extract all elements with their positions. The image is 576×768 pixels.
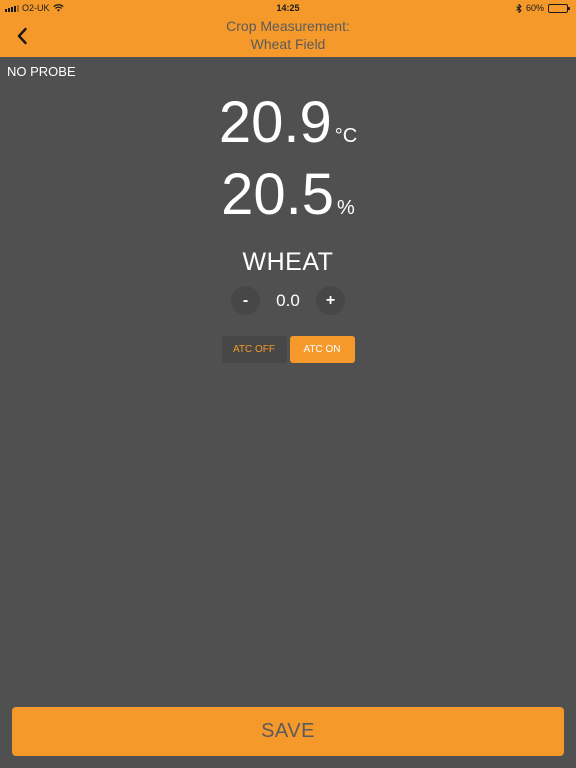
temperature-reading: 20.9 °C bbox=[0, 94, 576, 152]
battery-icon bbox=[548, 3, 570, 13]
status-right: 60% bbox=[516, 3, 570, 13]
page-title: Crop Measurement: Wheat Field bbox=[150, 17, 426, 53]
temperature-value: 20.9 bbox=[218, 90, 332, 155]
moisture-unit: % bbox=[337, 197, 355, 219]
status-bar: O2-UK 14:25 60% bbox=[0, 0, 576, 16]
atc-on-button[interactable]: ATC ON bbox=[289, 336, 355, 363]
save-button[interactable]: SAVE bbox=[12, 707, 564, 756]
moisture-reading: 20.5 % bbox=[0, 166, 576, 224]
back-button[interactable] bbox=[10, 24, 34, 48]
page-title-line2: Wheat Field bbox=[250, 36, 326, 52]
chevron-left-icon bbox=[17, 27, 27, 45]
page-title-line1: Crop Measurement: bbox=[226, 18, 350, 34]
atc-toggle: ATC OFF ATC ON bbox=[0, 336, 576, 363]
temperature-unit: °C bbox=[334, 125, 358, 147]
atc-off-button[interactable]: ATC OFF bbox=[221, 336, 287, 363]
decrement-button[interactable]: - bbox=[231, 286, 260, 315]
crop-name: WHEAT bbox=[242, 248, 334, 276]
increment-button[interactable]: + bbox=[316, 286, 345, 315]
battery-percent: 60% bbox=[525, 3, 544, 13]
offset-value: 0.0 bbox=[276, 290, 300, 310]
probe-status: NO PROBE bbox=[7, 64, 76, 79]
status-time: 14:25 bbox=[276, 3, 300, 13]
offset-stepper: - 0.0 + bbox=[0, 286, 576, 315]
app-header: O2-UK 14:25 60% Crop Measurement: Wheat … bbox=[0, 0, 576, 57]
moisture-value: 20.5 bbox=[221, 162, 335, 227]
bluetooth-icon bbox=[516, 3, 522, 13]
